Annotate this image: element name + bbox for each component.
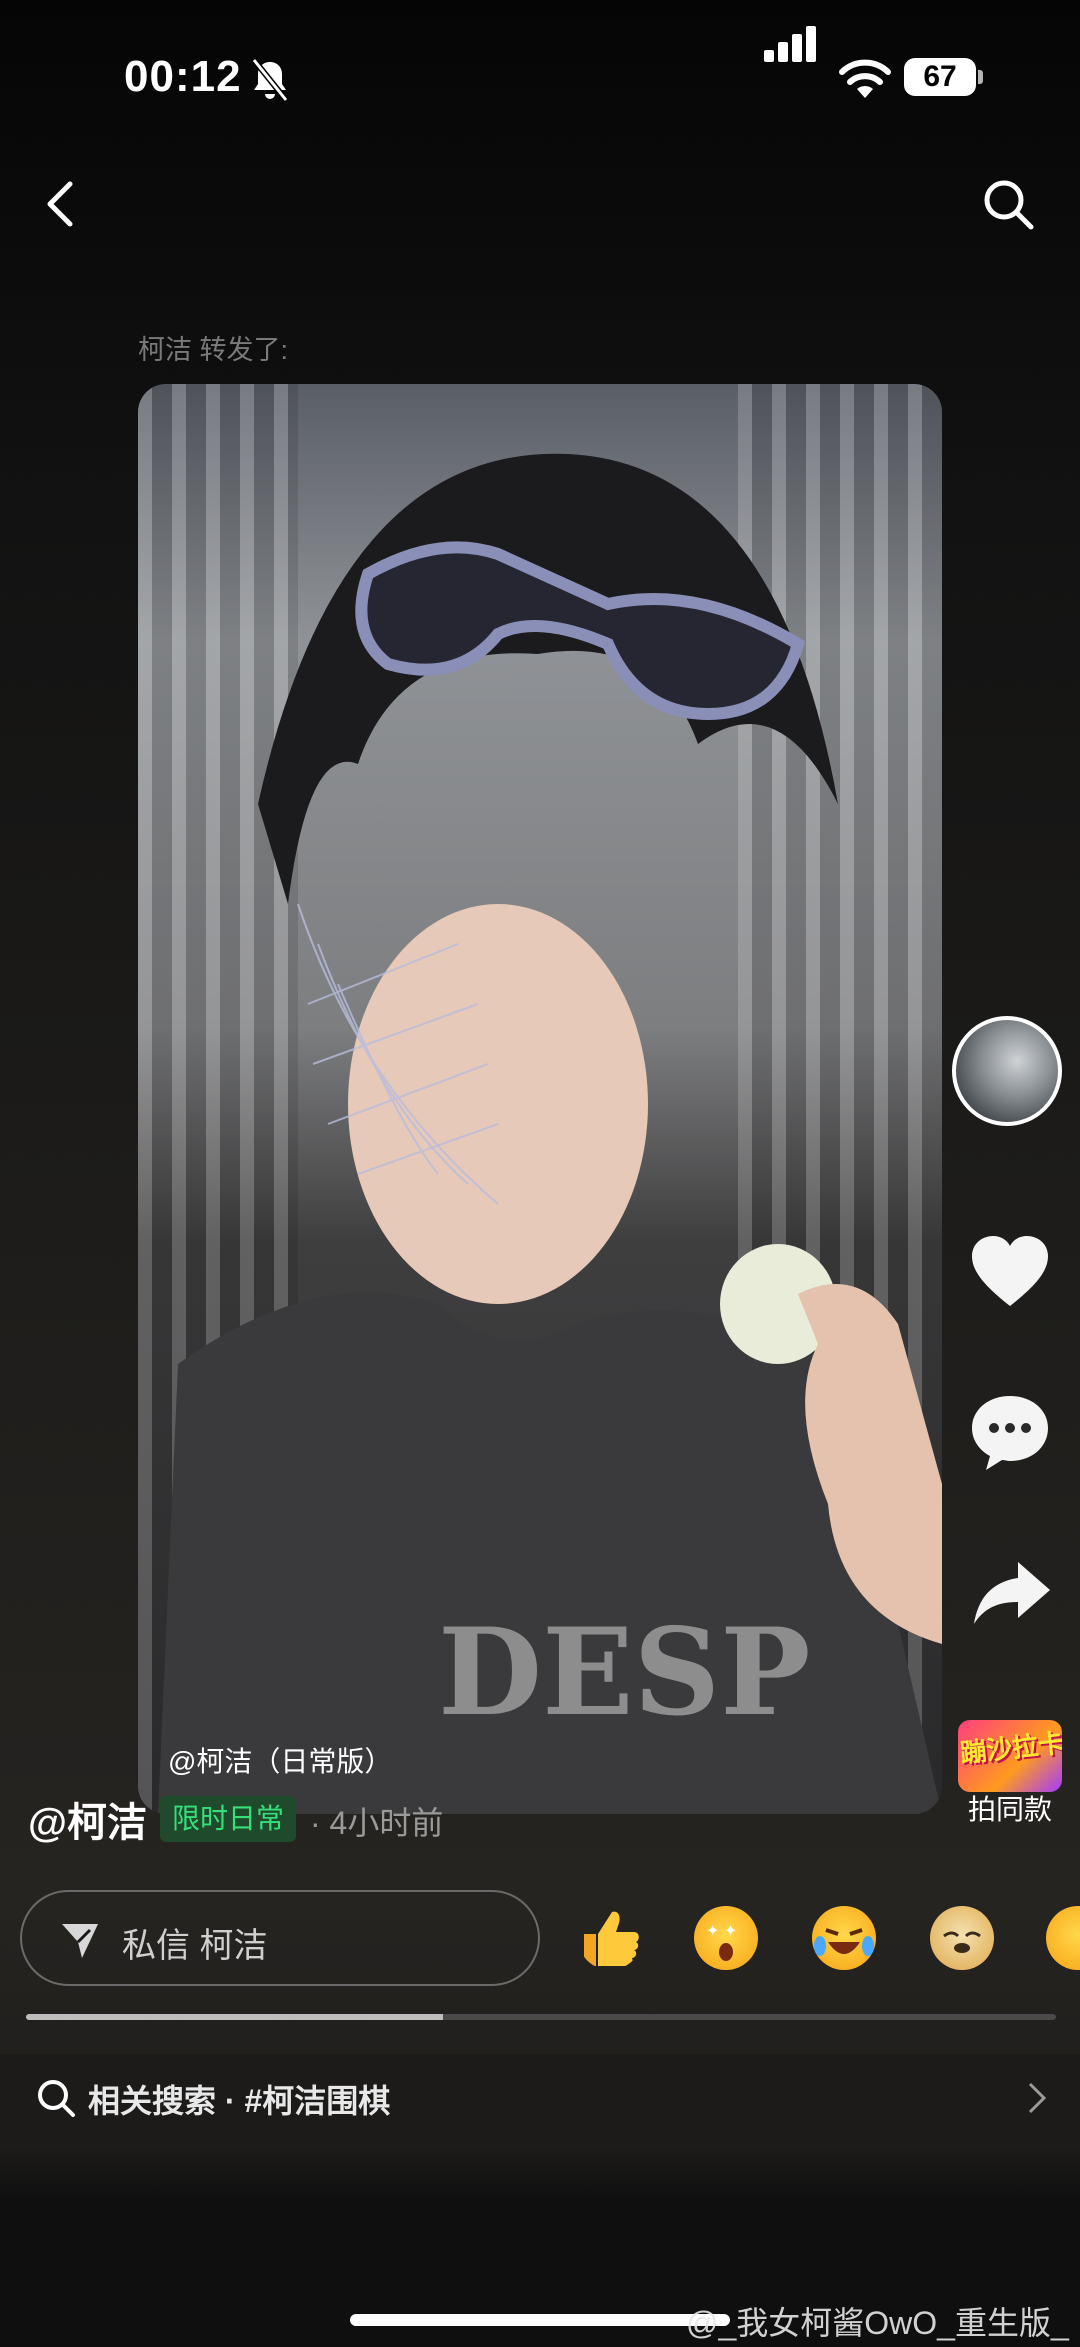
- same-style-thumb-text: 蹦沙拉卡: [958, 1727, 1062, 1769]
- same-style-button[interactable]: 蹦沙拉卡 拍同款: [958, 1720, 1062, 1826]
- send-icon: [62, 1924, 98, 1958]
- wifi-icon: [839, 59, 891, 98]
- repost-label: 柯洁 转发了:: [138, 335, 289, 365]
- svg-text:DESP: DESP: [438, 1602, 810, 1743]
- thumbs-up-emoji-icon[interactable]: [578, 1906, 642, 1970]
- back-icon[interactable]: [40, 178, 80, 230]
- share-icon[interactable]: [970, 1558, 1052, 1628]
- doge-emoji-icon[interactable]: [930, 1906, 994, 1970]
- same-style-thumbnail: 蹦沙拉卡: [958, 1720, 1062, 1792]
- direct-message-input[interactable]: 私信 柯洁: [20, 1890, 540, 1986]
- creator-avatar[interactable]: [952, 1016, 1062, 1126]
- battery-level: 67: [923, 60, 957, 93]
- related-search-bar[interactable]: 相关搜索 · #柯洁围棋: [0, 2054, 1080, 2142]
- status-tag[interactable]: 限时日常: [160, 1796, 297, 1842]
- search-icon: [38, 2080, 75, 2117]
- home-indicator[interactable]: [350, 2314, 730, 2326]
- comment-icon[interactable]: [968, 1390, 1052, 1474]
- video-progress-fill: [26, 2014, 444, 2020]
- video-frame-illustration: DESP: [158, 453, 942, 1814]
- post-time: · 4小时前: [310, 1805, 444, 1841]
- chevron-right-icon: [1028, 2082, 1047, 2114]
- search-icon[interactable]: [980, 176, 1036, 232]
- video-progress-bar[interactable]: [26, 2014, 1056, 2020]
- video-player[interactable]: DESP @柯洁（日常版）: [138, 384, 942, 1814]
- laughing-tears-emoji-icon[interactable]: [812, 1906, 876, 1970]
- weibo-watermark: @_我女柯酱OwO_重生版_: [686, 2305, 1069, 2341]
- battery-nub: [978, 70, 983, 84]
- star-eyes-emoji-icon[interactable]: ✦ ✦: [694, 1906, 758, 1970]
- status-time: 00:12: [124, 52, 242, 101]
- author-name[interactable]: @柯洁: [28, 1790, 147, 1848]
- same-style-label: 拍同款: [967, 1794, 1052, 1825]
- partial-emoji-icon[interactable]: [1046, 1906, 1080, 1970]
- video-caption: @柯洁（日常版）: [168, 1746, 393, 1777]
- battery-icon: 67: [904, 58, 976, 96]
- svg-text:✦ ✦: ✦ ✦: [706, 1923, 737, 1940]
- heart-icon[interactable]: [968, 1232, 1052, 1310]
- direct-message-placeholder: 私信 柯洁: [122, 1927, 268, 1965]
- related-search-label: 相关搜索 · #柯洁围棋: [88, 2083, 391, 2119]
- silent-bell-icon: [251, 58, 289, 102]
